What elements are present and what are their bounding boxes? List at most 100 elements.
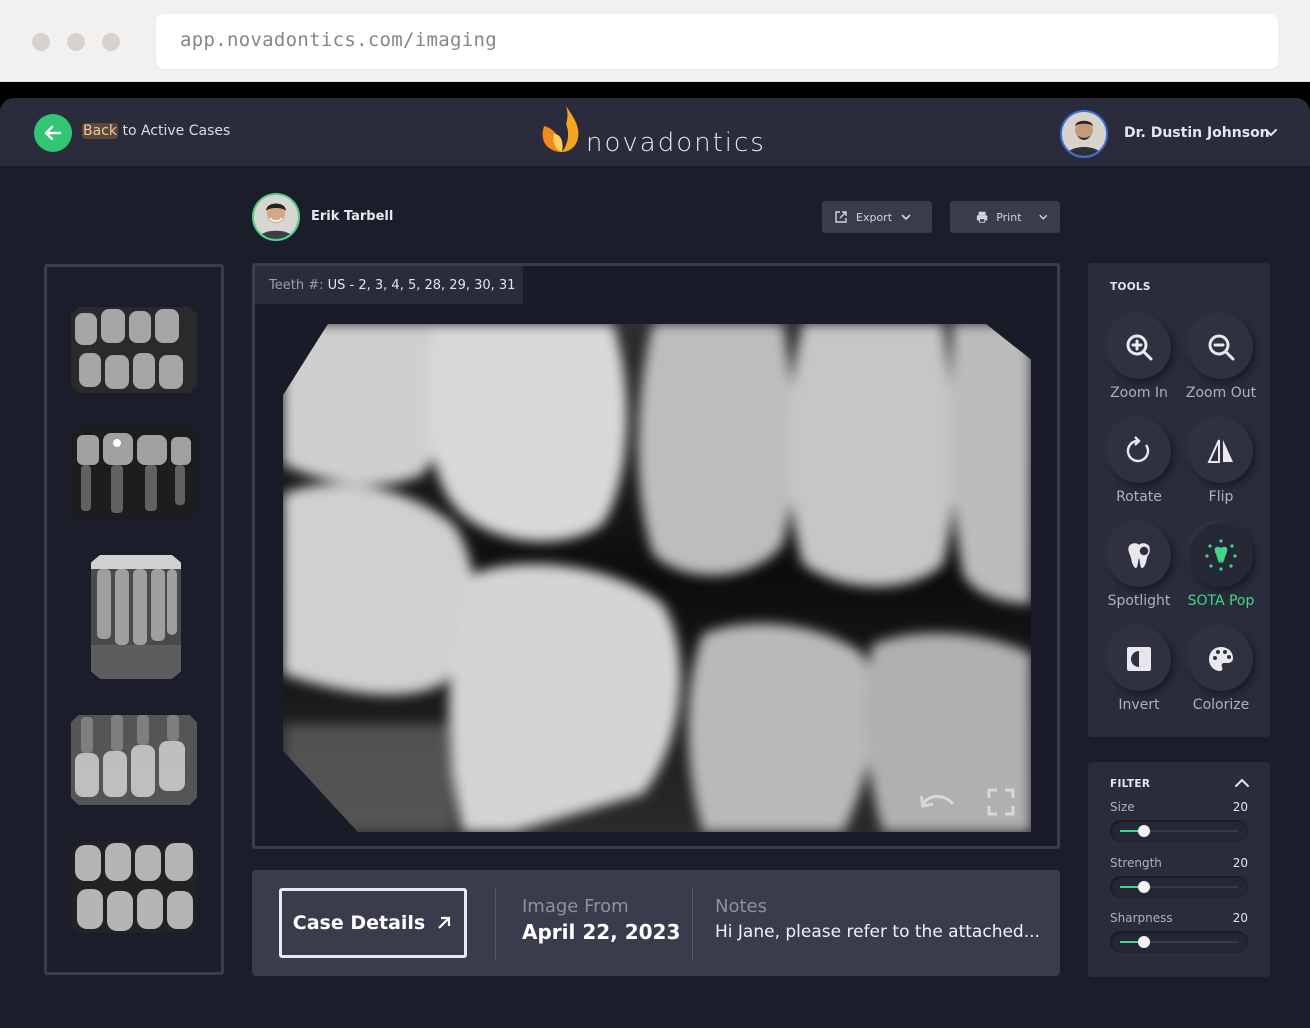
teeth-tab: Teeth #: US - 2, 3, 4, 5, 28, 29, 30, 31: [255, 266, 523, 304]
print-label: Print: [996, 210, 1022, 224]
xray-thumbnail[interactable]: [91, 555, 181, 679]
slider-knob[interactable]: [1137, 936, 1150, 948]
chevron-up-icon[interactable]: [1234, 776, 1250, 790]
filter-sharpness-slider[interactable]: [1110, 931, 1248, 953]
window-maximize-dot[interactable]: [102, 33, 120, 51]
case-details-label: Case Details: [292, 912, 426, 934]
divider: [495, 888, 496, 960]
filter-size-value: 20: [1232, 800, 1248, 814]
zoom-out-label: Zoom Out: [1185, 385, 1257, 401]
xray-thumbnail[interactable]: [71, 715, 197, 805]
filter-strength-row: Strength 20: [1110, 856, 1248, 870]
filter-strength-label: Strength: [1110, 856, 1162, 870]
user-name[interactable]: Dr. Dustin Johnson: [1124, 125, 1270, 141]
back-label-suffix: to Active Cases: [118, 123, 231, 139]
spotlight-tool[interactable]: Spotlight: [1098, 523, 1180, 609]
filter-sharpness-row: Sharpness 20: [1110, 911, 1248, 925]
print-button[interactable]: Print: [950, 201, 1060, 233]
slider-knob[interactable]: [1137, 825, 1150, 837]
zoom-in-icon: [1126, 334, 1153, 361]
xray-thumbnail-image: [71, 841, 197, 933]
tools-panel: TOOLS Zoom In Zoom Out Rotate Flip Spotl…: [1088, 263, 1270, 737]
xray-thumbnail-image: [71, 715, 197, 805]
flip-tool[interactable]: Flip: [1180, 419, 1262, 505]
image-from-date: April 22, 2023: [522, 920, 681, 944]
invert-tool[interactable]: Invert: [1098, 627, 1180, 713]
app-frame: Back to Active Cases novadontics Dr. Dus…: [0, 82, 1310, 1028]
teeth-label: Teeth #:: [269, 278, 324, 293]
slider-track: [1143, 886, 1238, 888]
filter-size-row: Size 20: [1110, 800, 1248, 814]
window-close-dot[interactable]: [32, 33, 50, 51]
filter-size-label: Size: [1110, 800, 1135, 814]
export-button[interactable]: Export: [822, 201, 932, 233]
colorize-tool[interactable]: Colorize: [1180, 627, 1262, 713]
zoom-out-button: [1189, 315, 1253, 379]
case-footer: Case Details Image From April 22, 2023 N…: [252, 870, 1060, 976]
back-button[interactable]: [34, 114, 72, 152]
zoom-in-button: [1107, 315, 1171, 379]
xray-thumbnail[interactable]: [71, 429, 197, 519]
filter-panel: FILTER Size 20 Strength 20 Sharpness 20: [1088, 762, 1270, 977]
sota-pop-icon: [1205, 539, 1237, 571]
zoom-out-tool[interactable]: Zoom Out: [1180, 315, 1262, 401]
user-avatar-image: [1062, 112, 1106, 156]
external-link-icon: [438, 916, 451, 929]
address-bar[interactable]: app.novadontics.com/imaging: [156, 14, 1278, 69]
patient-name: Erik Tarbell: [311, 209, 394, 224]
chevron-down-icon[interactable]: [1264, 126, 1278, 140]
top-bar: Back to Active Cases novadontics Dr. Dus…: [0, 98, 1310, 166]
zoom-out-icon: [1208, 334, 1235, 361]
filter-size-slider[interactable]: [1110, 820, 1248, 842]
address-bar-url: app.novadontics.com/imaging: [180, 29, 497, 51]
invert-label: Invert: [1118, 697, 1160, 713]
sota-pop-label: SOTA Pop: [1187, 593, 1255, 609]
zoom-in-tool[interactable]: Zoom In: [1098, 315, 1180, 401]
colorize-label: Colorize: [1192, 697, 1250, 713]
user-avatar[interactable]: [1060, 110, 1108, 158]
colorize-button: [1189, 627, 1253, 691]
patient-avatar: [252, 193, 300, 241]
xray-thumbnail[interactable]: [71, 307, 197, 393]
divider: [692, 888, 693, 960]
rotate-tool[interactable]: Rotate: [1098, 419, 1180, 505]
xray-image[interactable]: [283, 324, 1031, 832]
filter-title: FILTER: [1110, 778, 1151, 790]
flip-icon: [1207, 439, 1233, 463]
flip-button: [1189, 419, 1253, 483]
sota-pop-button: [1189, 523, 1253, 587]
spotlight-icon: [1128, 543, 1150, 568]
novadontics-logo: novadontics: [540, 104, 800, 160]
window-minimize-dot[interactable]: [67, 33, 85, 51]
slider-knob[interactable]: [1137, 881, 1150, 893]
invert-button: [1107, 627, 1171, 691]
flame-logo-icon: [542, 106, 579, 152]
teeth-value: US - 2, 3, 4, 5, 28, 29, 30, 31: [327, 278, 516, 293]
palette-icon: [1209, 647, 1233, 671]
notes-text[interactable]: Hi Jane, please refer to the attached...: [715, 922, 1040, 942]
tools-title: TOOLS: [1110, 281, 1151, 293]
imaging-screen: Back to Active Cases novadontics Dr. Dus…: [0, 98, 1310, 1028]
xray-thumbnail[interactable]: [71, 841, 197, 933]
filter-sharpness-value: 20: [1232, 911, 1248, 925]
filter-strength-slider[interactable]: [1110, 876, 1248, 898]
case-details-button[interactable]: Case Details: [279, 888, 467, 958]
arrow-left-icon: [44, 125, 62, 141]
rotate-label: Rotate: [1116, 489, 1162, 505]
sota-pop-tool[interactable]: SOTA Pop: [1180, 523, 1262, 609]
back-label-prefix: Back: [82, 123, 118, 139]
browser-window: app.novadontics.com/imaging Back to Acti…: [0, 0, 1310, 1028]
xray-thumbnail-list: [44, 264, 224, 975]
logo-wordmark: novadontics: [586, 128, 766, 158]
rotate-button: [1107, 419, 1171, 483]
xray-viewer: Teeth #: US - 2, 3, 4, 5, 28, 29, 30, 31: [252, 263, 1060, 849]
filter-sharpness-label: Sharpness: [1110, 911, 1173, 925]
zoom-in-label: Zoom In: [1110, 385, 1168, 401]
browser-chrome: app.novadontics.com/imaging: [0, 0, 1310, 82]
back-to-active-cases-link[interactable]: Back to Active Cases: [82, 123, 230, 139]
rotate-icon: [1126, 436, 1150, 463]
xray-thumbnail-image: [91, 555, 181, 679]
slider-track: [1143, 830, 1238, 832]
xray-image-graphic: [283, 324, 1031, 832]
xray-thumbnail-image: [71, 307, 197, 393]
